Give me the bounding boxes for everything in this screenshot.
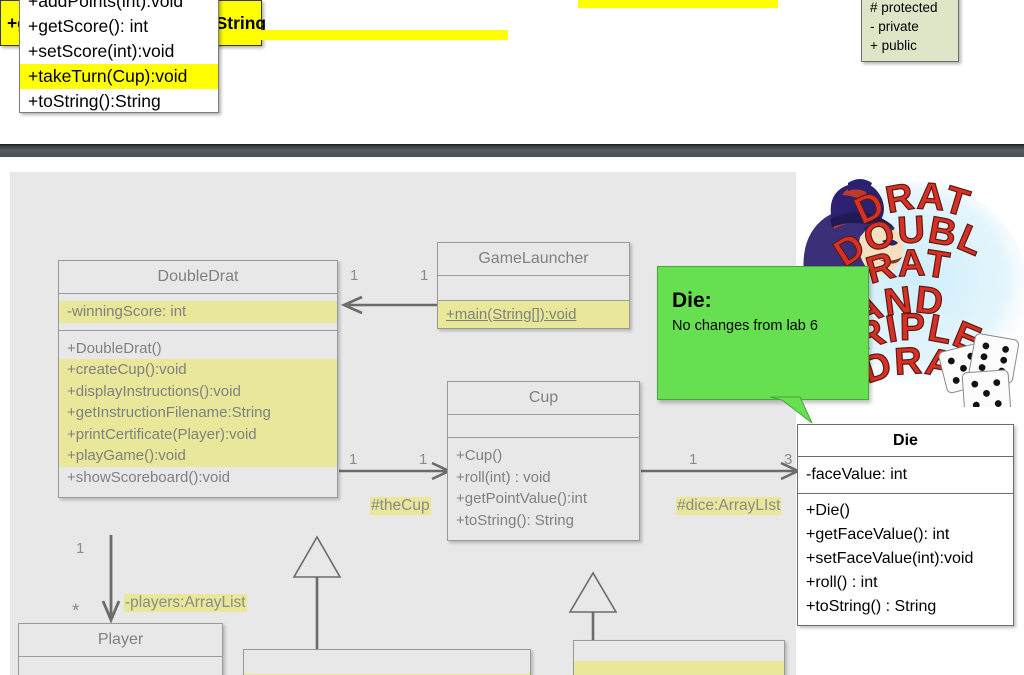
yellow-highlight-underlay	[246, 30, 508, 40]
upper-player-class-box: +addPoints(int):void +getScore(): int +s…	[19, 0, 219, 113]
callout-tail	[769, 396, 813, 424]
class-member-row-highlighted: +takeTurn(Cup):void	[20, 64, 218, 89]
class-member-row: +setScore(int):void	[28, 41, 175, 61]
uml-visibility-legend: # protected - private + public	[861, 0, 959, 62]
slide-separator-bar	[0, 144, 1024, 157]
legend-row-public: + public	[870, 38, 917, 53]
class-member-row: +getScore(): int	[28, 16, 149, 36]
slide-screenshot: +addPoints(int):void +getScore(): int +s…	[0, 0, 1024, 675]
legend-row-protected: # protected	[870, 0, 938, 15]
legend-row-private: - private	[870, 19, 919, 34]
upper-slide-panel: +addPoints(int):void +getScore(): int +s…	[0, 0, 1024, 146]
yellow-highlight-strip	[578, 0, 778, 8]
class-member-row: +addPoints(int):void	[28, 0, 184, 11]
class-member-row: +toString():String	[28, 91, 161, 111]
lower-slide-panel: 1 1 1 1 #theCup 1 3 #dice:ArrayLIst 1 * …	[0, 157, 1024, 675]
